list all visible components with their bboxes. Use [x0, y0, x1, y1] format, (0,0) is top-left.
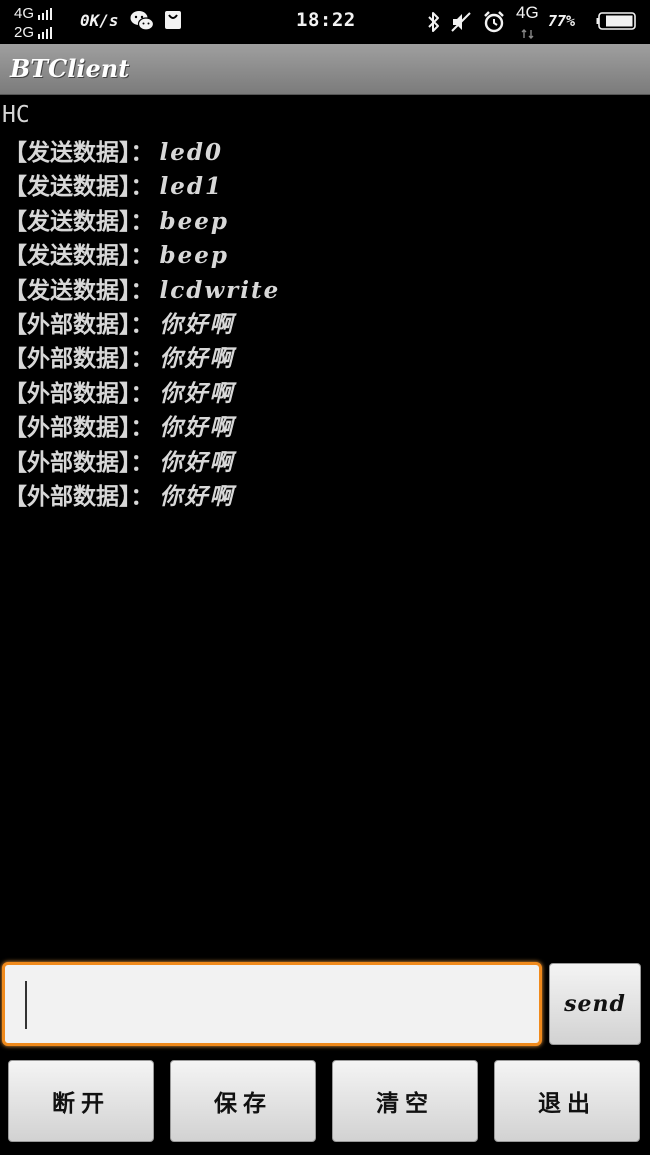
log-tag: 【发送数据】： [4, 173, 154, 201]
network-type-right: 4G [516, 3, 539, 22]
network-speed: 0K/s [80, 11, 119, 30]
log-line: 【外部数据】： 你好啊 [4, 342, 280, 376]
log-tag: 【外部数据】： [4, 448, 154, 476]
log-message: 你好啊 [159, 310, 235, 338]
log-message: led1 [159, 173, 223, 201]
log-tag: 【发送数据】： [4, 242, 154, 270]
wechat-icon [130, 10, 155, 36]
log-tag: 【发送数据】： [4, 139, 154, 166]
log-tag: 【外部数据】： [4, 345, 154, 373]
log-tag: 【外部数据】： [4, 482, 154, 510]
log-line: 【外部数据】： 你好啊 [4, 411, 280, 445]
device-name: HC [2, 102, 30, 128]
exit-button[interactable]: 退出 [494, 1060, 640, 1142]
log-message: lcdwrite [159, 276, 281, 304]
message-input[interactable] [5, 965, 539, 1043]
network-indicator: 4G 2G [14, 4, 74, 42]
bluetooth-icon [426, 11, 442, 37]
text-caret [25, 981, 27, 1029]
battery-icon [596, 12, 636, 30]
signal-icon [38, 26, 53, 39]
mute-icon [450, 11, 472, 37]
network-type-top: 4G [14, 5, 35, 22]
log-line: 【发送数据】： beep [4, 205, 280, 239]
log-tag: 【发送数据】： [4, 207, 154, 235]
log-line: 【发送数据】： lcdwrite [4, 274, 280, 308]
save-button[interactable]: 保存 [170, 1060, 316, 1142]
log-message: 你好啊 [159, 345, 235, 373]
message-log[interactable]: HC 【发送数据】： led0 【发送数据】： led1 【发送数据】： beep 【… [0, 96, 650, 956]
log-tag: 【发送数据】： [4, 276, 154, 304]
log-message: 你好啊 [159, 379, 235, 407]
log-message: beep [159, 242, 229, 270]
shopping-bag-icon [164, 10, 182, 34]
log-line: 【发送数据】： beep [4, 239, 280, 273]
log-tag: 【外部数据】： [4, 310, 154, 338]
log-line: 【外部数据】： 你好啊 [4, 480, 280, 514]
log-tag: 【外部数据】： [4, 379, 154, 407]
signal-icon [38, 7, 53, 20]
log-message: 你好啊 [159, 482, 235, 510]
send-button[interactable]: send [549, 963, 641, 1045]
clear-button[interactable]: 清空 [332, 1060, 478, 1142]
clock: 18:22 [296, 9, 356, 31]
log-line: 【发送数据】： led0 [4, 136, 280, 170]
disconnect-button[interactable]: 断开 [8, 1060, 154, 1142]
log-line: 【发送数据】： led1 [4, 170, 280, 204]
log-message: 你好啊 [159, 414, 235, 442]
log-message: 你好啊 [159, 448, 235, 476]
alarm-icon [482, 10, 506, 38]
app-title-bar: BTClient [0, 44, 650, 95]
log-message: beep [159, 207, 229, 235]
log-message: led0 [159, 139, 223, 166]
log-line: 【外部数据】： 你好啊 [4, 446, 280, 480]
data-arrows-icon [520, 24, 536, 39]
battery-percent: 77% [548, 12, 576, 30]
network-type-bottom: 2G [14, 24, 35, 41]
log-tag: 【外部数据】： [4, 414, 154, 442]
status-bar: 4G 2G 0K/s 18:22 4G 77% [0, 0, 650, 44]
message-input-box[interactable] [2, 962, 542, 1046]
log-line: 【外部数据】： 你好啊 [4, 308, 280, 342]
log-line: 【外部数据】： 你好啊 [4, 377, 280, 411]
log-list: 【发送数据】： led0 【发送数据】： led1 【发送数据】： beep 【发送数… [4, 136, 280, 514]
app-title: BTClient [10, 54, 130, 83]
